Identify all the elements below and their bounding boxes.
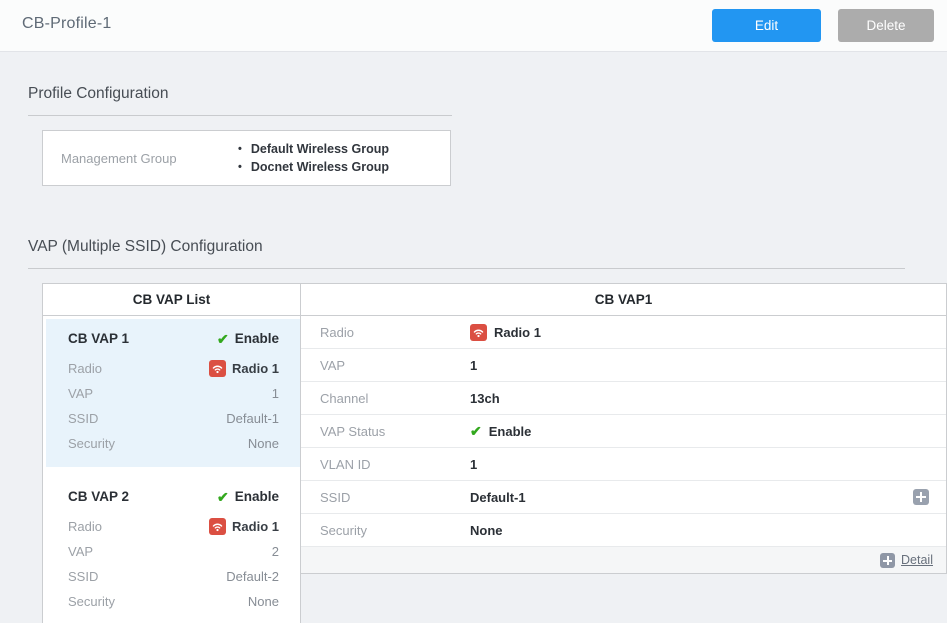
profile-configuration-heading: Profile Configuration	[28, 85, 947, 103]
row-label: VAP	[301, 358, 470, 373]
check-icon: ✔	[217, 490, 229, 504]
detail-link[interactable]: Detail	[901, 553, 933, 567]
group-name: Default Wireless Group	[251, 140, 389, 158]
ssid-value: Default-1	[226, 411, 279, 426]
list-item: • Docnet Wireless Group	[238, 158, 389, 176]
vap-label: VAP	[68, 386, 93, 401]
row-value: Enable	[489, 424, 532, 439]
radio-label: Radio	[68, 361, 102, 376]
row-label: VAP Status	[301, 424, 470, 439]
vap-card-title: CB VAP 2	[68, 489, 129, 504]
vap-card-2[interactable]: CB VAP 2 ✔ Enable Radio Radio 1 VAP 2	[46, 477, 300, 623]
check-icon: ✔	[217, 332, 229, 346]
top-bar: CB-Profile-1 Edit Delete	[0, 0, 947, 52]
detail-row-vlan-id: VLAN ID 1	[301, 448, 946, 481]
radio-label: Radio	[68, 519, 102, 534]
ssid-add-button[interactable]	[913, 489, 929, 505]
status-badge: ✔ Enable	[217, 489, 279, 504]
security-label: Security	[68, 594, 115, 609]
row-value: Radio 1	[494, 325, 541, 340]
security-value: None	[248, 594, 279, 609]
detail-row-ssid: SSID Default-1	[301, 481, 946, 514]
detail-row-channel: Channel 13ch	[301, 382, 946, 415]
edit-button[interactable]: Edit	[712, 9, 821, 42]
row-value: 13ch	[470, 391, 500, 406]
detail-row-radio: Radio Radio 1	[301, 316, 946, 349]
vap-detail-panel: CB VAP1 Radio Radio 1 VAP 1 Channel 13ch…	[301, 283, 947, 574]
row-label: Security	[301, 523, 470, 538]
section-divider	[28, 268, 905, 269]
list-item: • Default Wireless Group	[238, 140, 389, 158]
vap-card-1[interactable]: CB VAP 1 ✔ Enable Radio Radio 1 VAP 1	[46, 319, 300, 467]
section-divider	[28, 115, 452, 116]
group-name: Docnet Wireless Group	[251, 158, 389, 176]
status-label: Enable	[235, 331, 279, 346]
row-label: Radio	[301, 325, 470, 340]
vap-value: 2	[272, 544, 279, 559]
detail-row-vap-status: VAP Status ✔ Enable	[301, 415, 946, 448]
management-group-box: Management Group • Default Wireless Grou…	[42, 130, 451, 186]
check-icon: ✔	[470, 424, 482, 438]
wifi-icon	[470, 324, 487, 341]
detail-row-security: Security None	[301, 514, 946, 547]
ssid-label: SSID	[68, 569, 98, 584]
management-group-list: • Default Wireless Group • Docnet Wirele…	[238, 140, 389, 176]
detail-row-vap: VAP 1	[301, 349, 946, 382]
detail-plus-icon[interactable]	[880, 553, 895, 568]
bullet-icon: •	[238, 158, 242, 176]
page-title: CB-Profile-1	[22, 15, 112, 33]
management-group-label: Management Group	[43, 151, 221, 166]
row-value: 1	[470, 358, 477, 373]
status-label: Enable	[235, 489, 279, 504]
radio-value: Radio 1	[232, 519, 279, 534]
bullet-icon: •	[238, 140, 242, 158]
wifi-icon	[209, 360, 226, 377]
vap-label: VAP	[68, 544, 93, 559]
row-value: None	[470, 523, 503, 538]
vap-value: 1	[272, 386, 279, 401]
vap-configuration-heading: VAP (Multiple SSID) Configuration	[28, 238, 947, 256]
vap-detail-header: CB VAP1	[301, 284, 946, 316]
wifi-icon	[209, 518, 226, 535]
security-label: Security	[68, 436, 115, 451]
row-value: 1	[470, 457, 477, 472]
ssid-label: SSID	[68, 411, 98, 426]
security-value: None	[248, 436, 279, 451]
detail-footer: Detail	[301, 547, 946, 573]
vap-list-header: CB VAP List	[43, 284, 300, 316]
ssid-value: Default-2	[226, 569, 279, 584]
vap-card-title: CB VAP 1	[68, 331, 129, 346]
row-value: Default-1	[470, 490, 526, 505]
vap-table: CB VAP List CB VAP 1 ✔ Enable Radio Radi…	[42, 283, 947, 623]
radio-value: Radio 1	[232, 361, 279, 376]
status-badge: ✔ Enable	[217, 331, 279, 346]
row-label: VLAN ID	[301, 457, 470, 472]
row-label: Channel	[301, 391, 470, 406]
vap-list-column: CB VAP List CB VAP 1 ✔ Enable Radio Radi…	[42, 283, 301, 623]
delete-button[interactable]: Delete	[838, 9, 934, 42]
row-label: SSID	[301, 490, 470, 505]
